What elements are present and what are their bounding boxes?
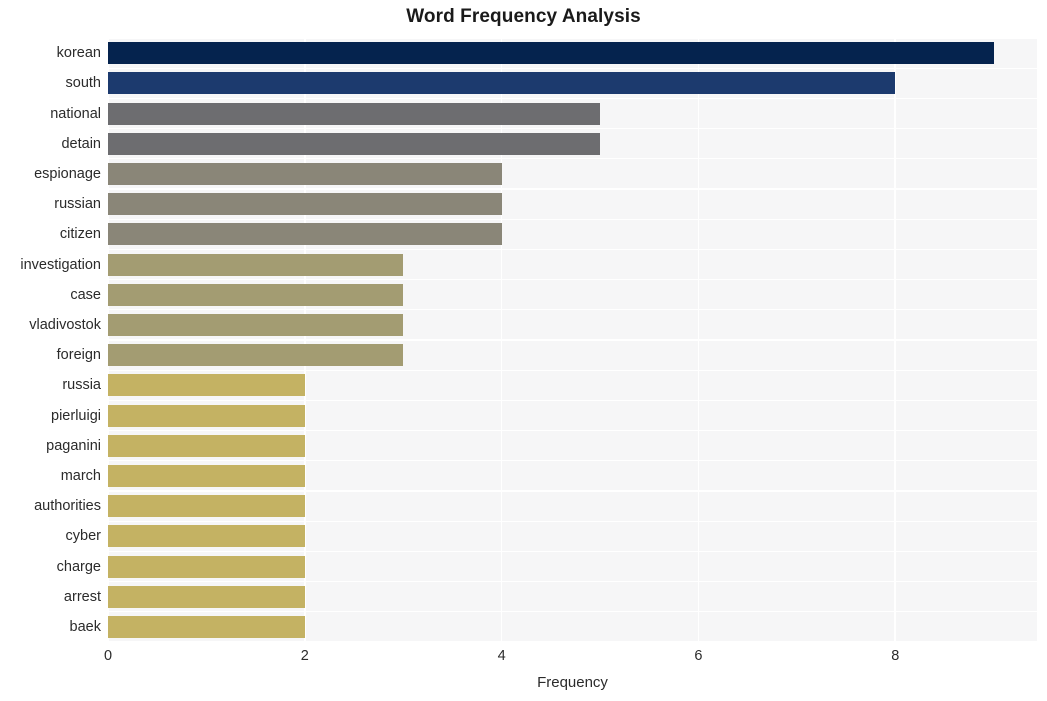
bar xyxy=(108,162,502,185)
y-axis-tick-label: vladivostok xyxy=(29,316,101,333)
x-axis-tick-labels: 0 2 4 6 8 xyxy=(0,648,1047,668)
y-axis-tick-labels: korean south national detain espionage russia… xyxy=(0,38,101,642)
bar xyxy=(108,313,404,336)
bar xyxy=(108,223,502,246)
bar xyxy=(108,374,305,397)
bar xyxy=(108,615,305,638)
gridline-horizontal xyxy=(108,278,1037,281)
plot-area xyxy=(108,38,1037,642)
gridline-horizontal xyxy=(108,218,1037,220)
bar xyxy=(108,42,994,65)
bar xyxy=(108,525,305,548)
gridline-horizontal xyxy=(108,580,1037,583)
y-axis-tick-label: russian xyxy=(54,196,101,213)
gridline-horizontal xyxy=(108,611,1037,613)
gridline-horizontal xyxy=(108,429,1037,432)
y-axis-tick-label: authorities xyxy=(34,498,101,515)
bar xyxy=(108,253,404,276)
chart-title: Word Frequency Analysis xyxy=(406,6,641,27)
bar xyxy=(108,404,305,427)
y-axis-tick-label: march xyxy=(60,467,101,484)
y-axis-tick-label: russia xyxy=(62,377,101,394)
y-axis-tick-label: investigation xyxy=(20,256,101,273)
y-axis-tick-label: espionage xyxy=(34,165,101,182)
y-axis-tick-label: pierluigi xyxy=(51,407,101,424)
bar xyxy=(108,495,305,518)
y-axis-tick-label: charge xyxy=(56,558,101,575)
y-axis-tick-label: baek xyxy=(69,618,101,635)
bar xyxy=(108,102,601,125)
gridline-horizontal xyxy=(108,67,1037,69)
y-axis-tick-label: south xyxy=(65,75,101,92)
bar xyxy=(108,434,305,457)
gridline-vertical xyxy=(304,38,306,642)
gridline-horizontal xyxy=(108,550,1037,553)
y-axis-tick-label: national xyxy=(50,105,101,122)
y-axis-tick-label: citizen xyxy=(59,226,101,243)
y-axis-tick-label: paganini xyxy=(46,437,101,454)
gridline-horizontal xyxy=(108,399,1037,402)
gridline-horizontal xyxy=(108,460,1037,462)
gridline-horizontal xyxy=(108,248,1037,251)
bar xyxy=(108,193,502,216)
gridline-horizontal xyxy=(108,97,1037,100)
gridline-vertical xyxy=(697,38,700,642)
gridline-horizontal xyxy=(108,127,1037,130)
gridline-vertical xyxy=(894,38,897,642)
gridline-horizontal xyxy=(108,38,1037,39)
y-axis-tick-label: case xyxy=(70,286,101,303)
gridline-horizontal xyxy=(108,490,1037,492)
gridline-horizontal xyxy=(108,369,1037,371)
gridline-vertical xyxy=(500,38,503,642)
y-axis-tick-label: detain xyxy=(61,135,101,152)
y-axis-tick-label: foreign xyxy=(56,347,101,364)
x-axis-tick-label: 6 xyxy=(694,648,703,664)
y-axis-tick-label: korean xyxy=(56,45,101,62)
bar xyxy=(108,585,305,608)
bar xyxy=(108,555,305,578)
gridline-horizontal xyxy=(108,339,1037,341)
x-axis-title: Frequency xyxy=(537,674,608,691)
gridline-horizontal xyxy=(108,309,1037,311)
x-axis-tick-label: 2 xyxy=(300,648,309,664)
gridline-horizontal xyxy=(108,158,1037,160)
bar xyxy=(108,283,404,306)
chart-figure: Word Frequency Analysis korean south natio… xyxy=(0,0,1047,701)
x-axis-tick-label: 0 xyxy=(103,648,113,664)
gridline-horizontal xyxy=(108,641,1037,642)
x-axis-tick-label: 4 xyxy=(497,648,506,664)
gridline-horizontal xyxy=(108,520,1037,522)
x-axis-tick-label: 8 xyxy=(891,648,900,664)
gridline-vertical xyxy=(108,38,109,642)
bar xyxy=(108,344,404,367)
y-axis-tick-label: arrest xyxy=(63,588,101,605)
gridline-horizontal xyxy=(108,188,1037,190)
y-axis-tick-label: cyber xyxy=(65,528,101,545)
bar xyxy=(108,464,305,487)
bar xyxy=(108,132,601,155)
bar xyxy=(108,72,896,95)
